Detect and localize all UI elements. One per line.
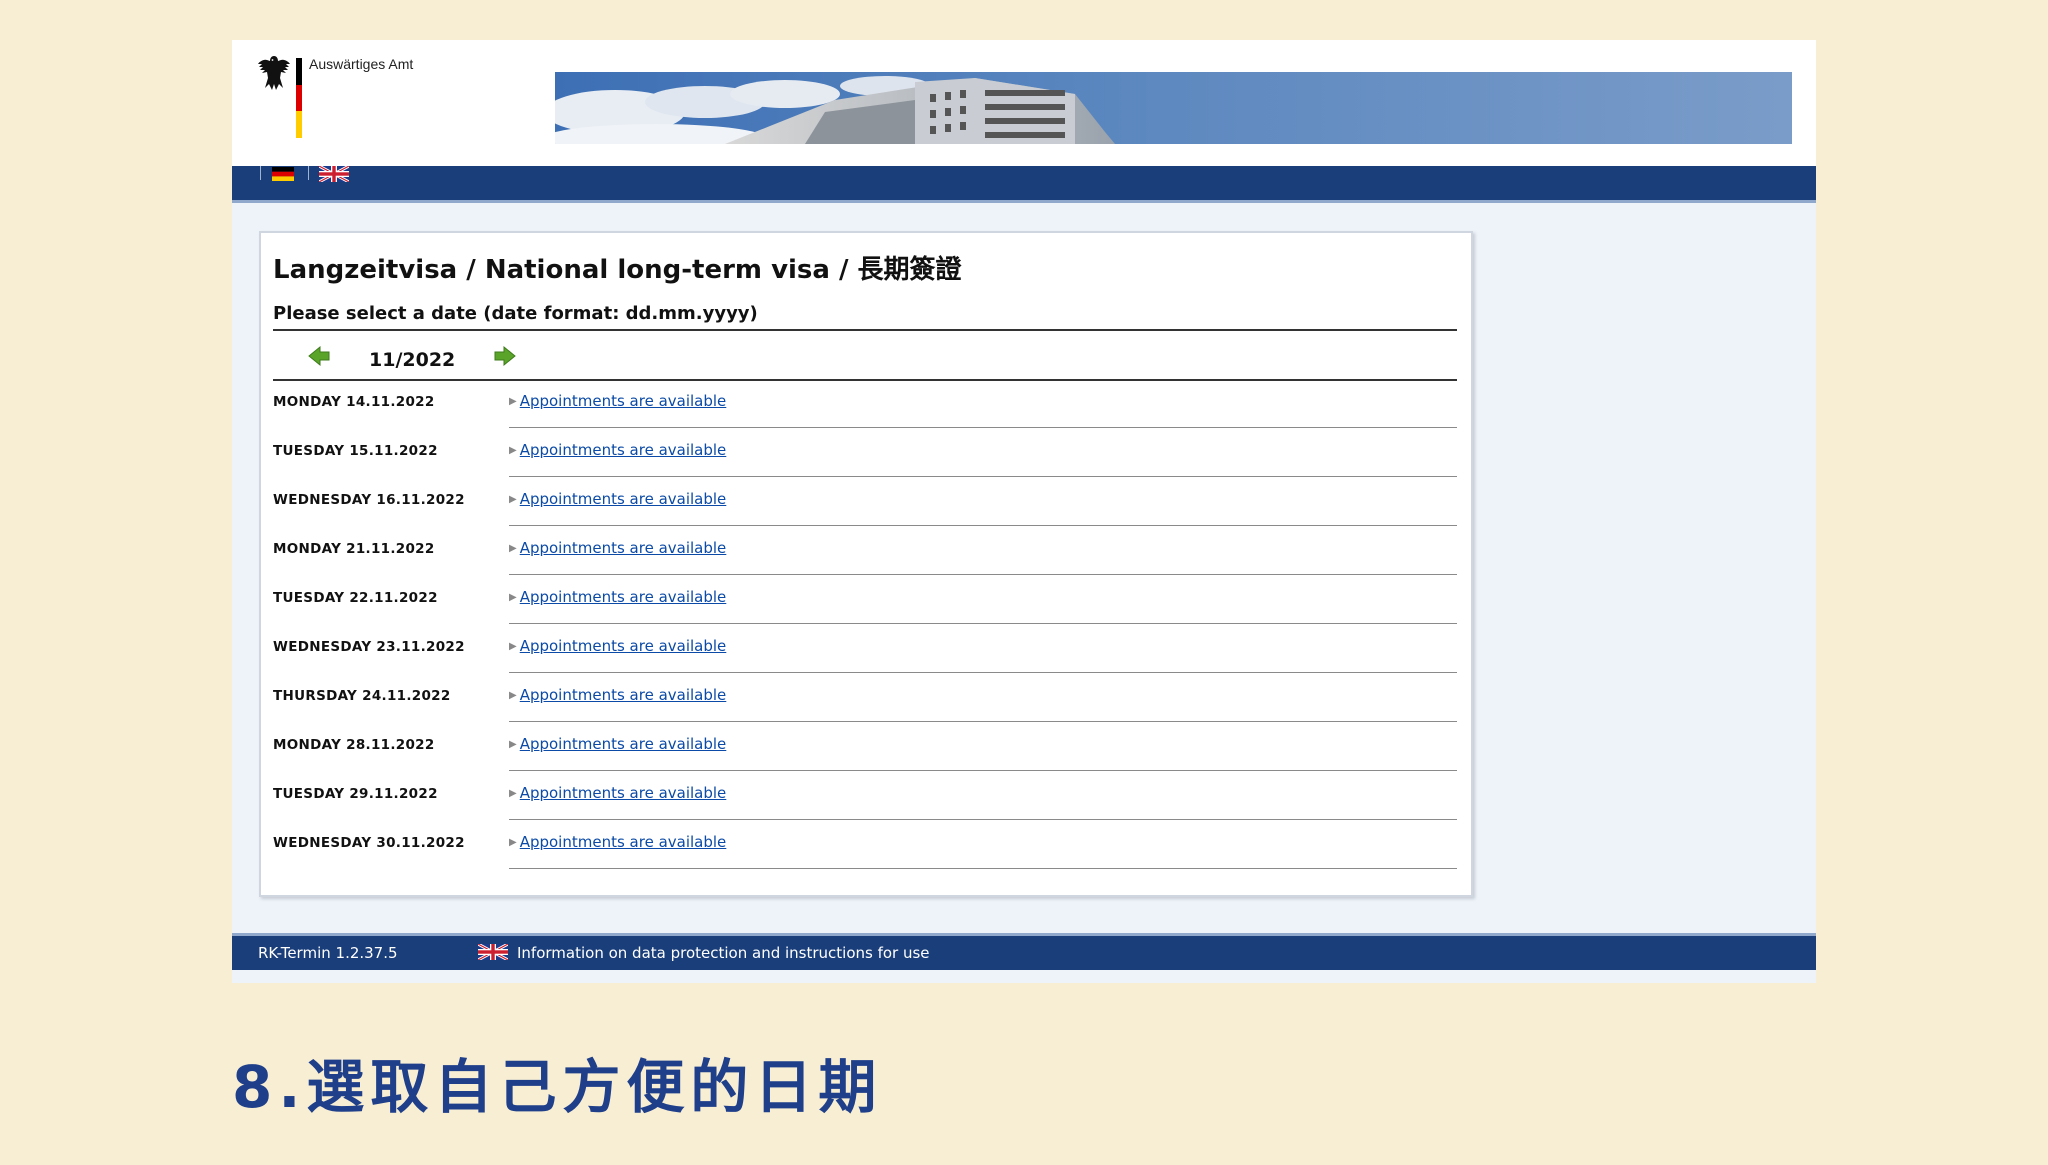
appointments-available-link[interactable]: Appointments are available (520, 833, 727, 851)
appointment-date: WEDNESDAY 16.11.2022 (273, 492, 465, 508)
appointments-available-link[interactable]: Appointments are available (520, 490, 727, 508)
appointment-row: TUESDAY 22.11.2022 ▶ Appointments are ava… (273, 575, 1457, 624)
link-arrow-icon: ▶ (509, 690, 517, 701)
appointment-date: TUESDAY 15.11.2022 (273, 443, 438, 459)
browser-page: Auswärtiges Amt Langzeitvisa / National … (232, 40, 1816, 983)
german-flag-icon[interactable] (272, 167, 294, 181)
month-navigator: 11/2022 (273, 345, 1457, 381)
appointment-date: MONDAY 28.11.2022 (273, 737, 435, 753)
previous-month-arrow-icon[interactable] (307, 345, 331, 367)
link-arrow-icon: ▶ (509, 788, 517, 799)
appointment-date: TUESDAY 22.11.2022 (273, 590, 438, 606)
appointment-date: THURSDAY 24.11.2022 (273, 688, 451, 704)
link-arrow-icon: ▶ (509, 543, 517, 554)
nav-separator (308, 166, 309, 180)
appointments-available-link[interactable]: Appointments are available (520, 784, 727, 802)
link-arrow-icon: ▶ (509, 641, 517, 652)
current-month-label: 11/2022 (369, 349, 456, 371)
data-protection-link[interactable]: Information on data protection and instr… (517, 944, 930, 962)
row-divider (509, 868, 1457, 869)
org-name: Auswärtiges Amt (309, 56, 414, 72)
german-flag-stripe (296, 58, 302, 138)
link-arrow-icon: ▶ (509, 494, 517, 505)
uk-flag-icon (478, 944, 508, 960)
step-caption: 8.選取自己方便的日期 (232, 1053, 883, 1121)
link-arrow-icon: ▶ (509, 739, 517, 750)
appointment-row: TUESDAY 15.11.2022 ▶ Appointments are ava… (273, 428, 1457, 477)
page-title: Langzeitvisa / National long-term visa /… (273, 255, 962, 285)
appointment-row: WEDNESDAY 23.11.2022 ▶ Appointments are a… (273, 624, 1457, 673)
appointment-row: MONDAY 14.11.2022 ▶ Appointments are avai… (273, 379, 1457, 428)
appointments-available-link[interactable]: Appointments are available (520, 588, 727, 606)
site-header: Auswärtiges Amt (232, 40, 1816, 166)
appointments-available-link[interactable]: Appointments are available (520, 686, 727, 704)
appointments-available-link[interactable]: Appointments are available (520, 637, 727, 655)
language-bar (232, 166, 1816, 203)
next-month-arrow-icon[interactable] (493, 345, 517, 367)
appointment-row: THURSDAY 24.11.2022 ▶ Appointments are av… (273, 673, 1457, 722)
appointment-row: WEDNESDAY 30.11.2022 ▶ Appointments are a… (273, 820, 1457, 869)
appointment-date: MONDAY 14.11.2022 (273, 394, 435, 410)
appointment-row: WEDNESDAY 16.11.2022 ▶ Appointments are a… (273, 477, 1457, 526)
uk-flag-icon[interactable] (319, 166, 349, 182)
appointments-available-link[interactable]: Appointments are available (520, 735, 727, 753)
appointment-date: WEDNESDAY 30.11.2022 (273, 835, 465, 851)
appointment-row: TUESDAY 29.11.2022 ▶ Appointments are ava… (273, 771, 1457, 820)
site-footer: RK-Termin 1.2.37.5 Information on data p… (232, 933, 1816, 970)
version-label: RK-Termin 1.2.37.5 (258, 944, 398, 962)
appointment-row: MONDAY 21.11.2022 ▶ Appointments are avai… (273, 526, 1457, 575)
link-arrow-icon: ▶ (509, 837, 517, 848)
appointment-card: Langzeitvisa / National long-term visa /… (259, 231, 1473, 897)
appointment-date: MONDAY 21.11.2022 (273, 541, 435, 557)
appointments-available-link[interactable]: Appointments are available (520, 441, 727, 459)
federal-eagle-icon (258, 56, 290, 90)
nav-separator (260, 166, 261, 180)
appointment-date: WEDNESDAY 23.11.2022 (273, 639, 465, 655)
link-arrow-icon: ▶ (509, 396, 517, 407)
link-arrow-icon: ▶ (509, 445, 517, 456)
appointment-row: MONDAY 28.11.2022 ▶ Appointments are avai… (273, 722, 1457, 771)
appointments-available-link[interactable]: Appointments are available (520, 539, 727, 557)
building-banner-image (555, 72, 1792, 144)
appointments-available-link[interactable]: Appointments are available (520, 392, 727, 410)
date-select-prompt: Please select a date (date format: dd.mm… (273, 303, 1457, 331)
appointment-list: MONDAY 14.11.2022 ▶ Appointments are avai… (273, 379, 1457, 869)
appointment-date: TUESDAY 29.11.2022 (273, 786, 438, 802)
link-arrow-icon: ▶ (509, 592, 517, 603)
